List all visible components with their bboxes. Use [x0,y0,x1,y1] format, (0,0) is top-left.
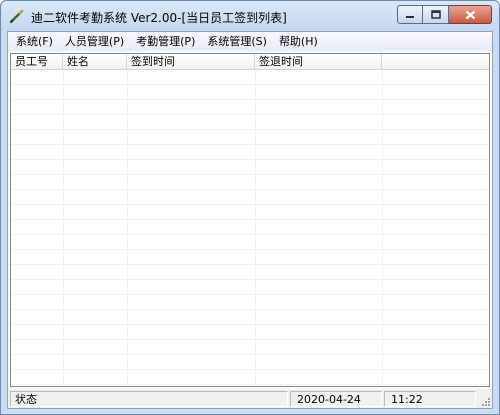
close-button[interactable] [449,5,492,24]
column-header-filler [382,54,489,70]
empty-row [11,160,489,175]
column-header-employee-id[interactable]: 员工号 [11,54,63,70]
empty-row [11,265,489,280]
app-window: 迪二软件考勤系统 Ver2.00-[当日员工签到列表] 系统(F) 人员管理(P… [0,0,500,415]
menu-system-admin[interactable]: 系统管理(S) [201,32,273,51]
empty-row [11,250,489,265]
empty-row [11,355,489,370]
list-header: 员工号 姓名 签到时间 签退时间 [11,54,489,70]
status-time: 11:22 [384,391,476,407]
column-header-sign-out-time[interactable]: 签退时间 [255,54,382,70]
minimize-icon [406,15,414,18]
title-bar[interactable]: 迪二软件考勤系统 Ver2.00-[当日员工签到列表] [1,1,499,31]
list-body [11,70,489,386]
maximize-icon [430,10,441,19]
empty-row [11,175,489,190]
empty-row [11,325,489,340]
empty-row [11,310,489,325]
empty-row [11,115,489,130]
empty-row [11,235,489,250]
menu-attendance[interactable]: 考勤管理(P) [130,32,201,51]
window-title: 迪二软件考勤系统 Ver2.00-[当日员工签到列表] [31,11,287,25]
column-header-name[interactable]: 姓名 [63,54,127,70]
column-header-sign-in-time[interactable]: 签到时间 [127,54,255,70]
pen-icon [9,9,24,24]
empty-row [11,370,489,385]
empty-row [11,100,489,115]
status-bar: 状态 2020-04-24 11:22 [8,389,492,408]
close-icon [465,10,475,19]
status-text: 状态 [10,391,288,407]
empty-row [11,295,489,310]
sign-in-list[interactable]: 员工号 姓名 签到时间 签退时间 [10,53,490,387]
empty-row [11,70,489,85]
client-area: 系统(F) 人员管理(P) 考勤管理(P) 系统管理(S) 帮助(H) 员工号 姓名 签… [7,31,493,409]
menu-personnel[interactable]: 人员管理(P) [59,32,130,51]
minimize-button[interactable] [397,5,423,24]
empty-row [11,145,489,160]
empty-row [11,205,489,220]
menu-system-file[interactable]: 系统(F) [10,32,59,51]
empty-row [11,85,489,100]
empty-row [11,130,489,145]
resize-grip-icon[interactable] [480,396,491,407]
empty-row [11,280,489,295]
maximize-button[interactable] [423,5,449,24]
menu-help[interactable]: 帮助(H) [273,32,324,51]
status-date: 2020-04-24 [290,391,382,407]
menu-bar: 系统(F) 人员管理(P) 考勤管理(P) 系统管理(S) 帮助(H) [8,32,492,51]
empty-row [11,220,489,235]
window-controls [397,5,492,24]
empty-row [11,340,489,355]
empty-row [11,190,489,205]
